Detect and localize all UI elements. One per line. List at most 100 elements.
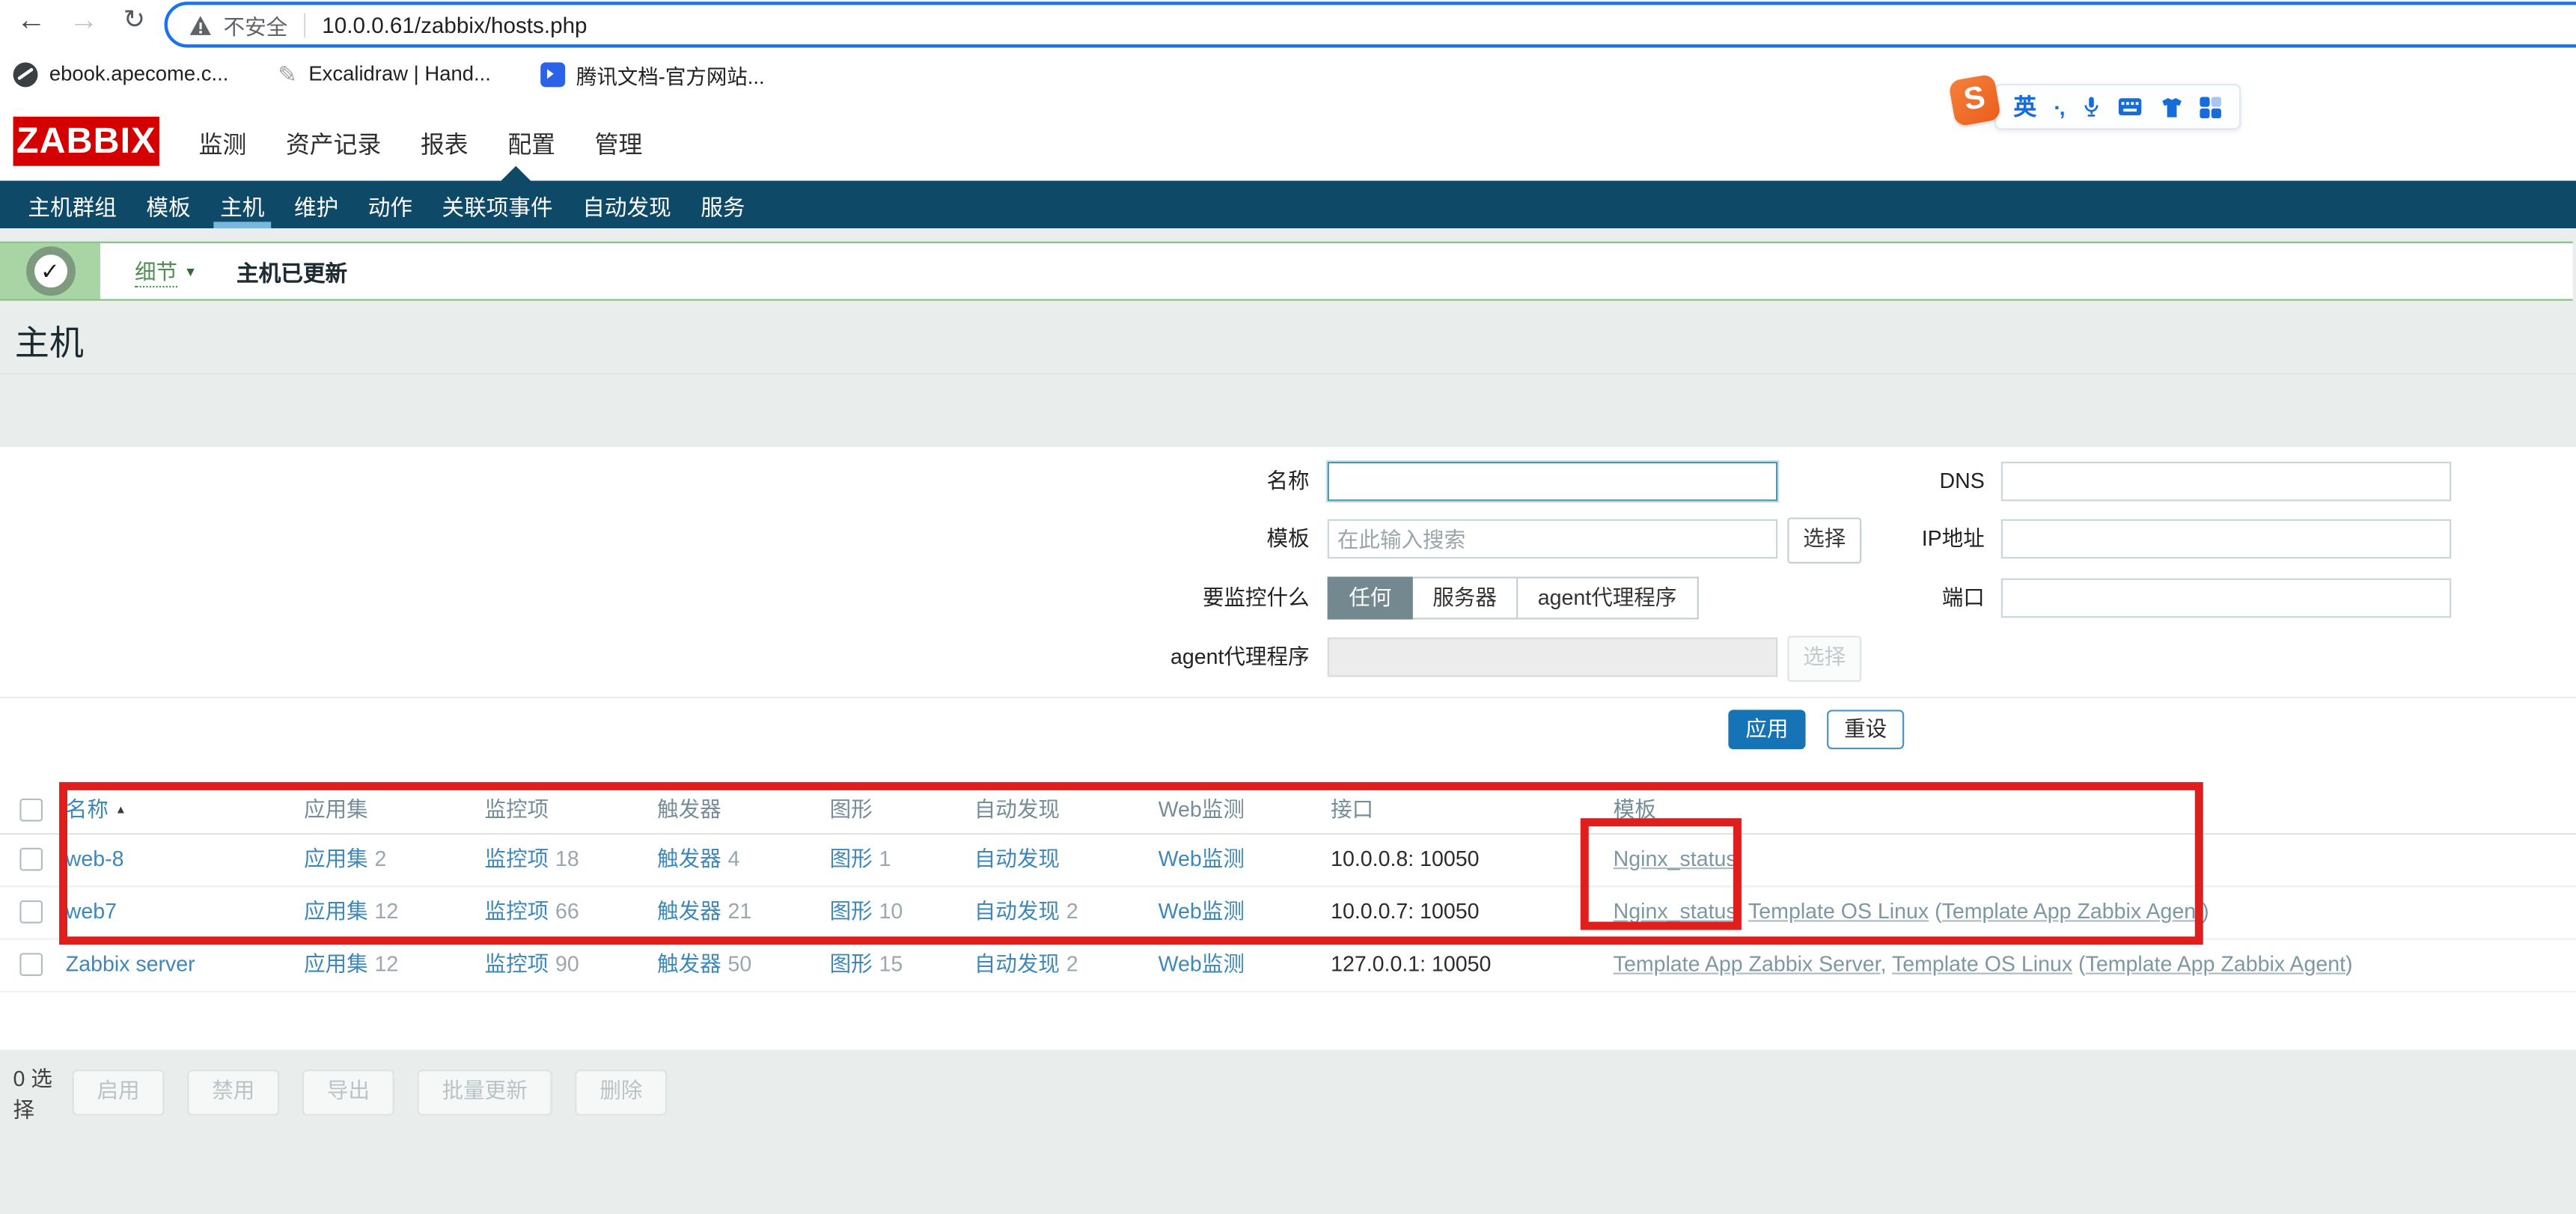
count-badge: 12 bbox=[375, 899, 399, 924]
export-button[interactable]: 导出 bbox=[302, 1070, 394, 1115]
subnav-actions[interactable]: 动作 bbox=[353, 180, 427, 228]
dns-filter-input[interactable] bbox=[2001, 462, 2451, 501]
content-card: 名称 DNS 模板 选择 IP地址 要监控什么 任何 服务器 agent代理程序… bbox=[0, 447, 2576, 1050]
host-link[interactable]: Zabbix server bbox=[66, 951, 195, 976]
menu-item-configuration[interactable]: 配置 bbox=[507, 126, 555, 161]
bookmark-item[interactable]: 腾讯文档-官方网站... bbox=[540, 58, 765, 90]
count-badge: 12 bbox=[375, 951, 399, 976]
template-link[interactable]: Template App Zabbix Agent bbox=[1942, 899, 2202, 924]
items-link[interactable]: 监控项 bbox=[485, 847, 549, 871]
web-link[interactable]: Web监测 bbox=[1159, 899, 1245, 924]
template-link[interactable]: Template App Zabbix Agent bbox=[2086, 951, 2345, 976]
count-badge: 1 bbox=[879, 847, 891, 871]
url-text[interactable]: 10.0.0.61/zabbix/hosts.php bbox=[322, 12, 587, 37]
mass-update-button[interactable]: 批量更新 bbox=[418, 1070, 552, 1115]
microphone-icon[interactable] bbox=[2081, 95, 2101, 118]
subnav-maintenance[interactable]: 维护 bbox=[279, 180, 353, 228]
delete-button[interactable]: 删除 bbox=[575, 1070, 667, 1115]
details-toggle[interactable]: 细节 bbox=[135, 254, 177, 287]
monitored-by-server[interactable]: 服务器 bbox=[1413, 577, 1519, 620]
items-link[interactable]: 监控项 bbox=[485, 951, 549, 976]
ime-toolbar: 英 ·, bbox=[1994, 84, 2241, 129]
sort-by-name-link[interactable]: 名称 bbox=[66, 797, 109, 822]
menu-item-inventory[interactable]: 资产记录 bbox=[286, 126, 381, 161]
column-header-templates: 模板 bbox=[1614, 785, 1656, 833]
zabbix-logo[interactable]: ZABBIX bbox=[13, 117, 159, 166]
security-label[interactable]: 不安全 bbox=[224, 9, 288, 40]
bookmark-item[interactable]: ebook.apecome.c... bbox=[13, 61, 229, 86]
web-link[interactable]: Web监测 bbox=[1159, 847, 1245, 871]
applications-link[interactable]: 应用集 bbox=[304, 951, 368, 976]
port-filter-label: 端口 bbox=[1787, 579, 1984, 618]
port-filter-input[interactable] bbox=[2001, 579, 2451, 618]
bookmark-label: 腾讯文档-官方网站... bbox=[576, 58, 765, 90]
bookmarks-bar: ebook.apecome.c... ✎ Excalidraw | Hand..… bbox=[13, 54, 814, 94]
template-link[interactable]: Nginx_status bbox=[1614, 847, 1737, 871]
graphs-link[interactable]: 图形 bbox=[830, 951, 873, 976]
template-separator: , bbox=[1737, 899, 1748, 924]
keyboard-icon[interactable] bbox=[2118, 97, 2143, 117]
template-link[interactable]: Template App Zabbix Server bbox=[1614, 951, 1881, 976]
interface-value: 127.0.0.1: 10050 bbox=[1331, 938, 1491, 990]
reset-button[interactable]: 重设 bbox=[1827, 710, 1904, 749]
chevron-down-icon[interactable]: ▼ bbox=[184, 263, 197, 278]
template-link[interactable]: Template OS Linux bbox=[1892, 951, 2072, 976]
triggers-link[interactable]: 触发器 bbox=[657, 951, 721, 976]
column-header-web: Web监测 bbox=[1159, 785, 1245, 833]
menu-item-monitoring[interactable]: 监测 bbox=[199, 126, 247, 161]
template-filter-input[interactable] bbox=[1328, 519, 1777, 559]
triggers-link[interactable]: 触发器 bbox=[657, 899, 721, 924]
ime-language-toggle[interactable]: 英 bbox=[2013, 91, 2036, 123]
subnav-event-correlation[interactable]: 关联项事件 bbox=[427, 180, 568, 228]
subnav-services[interactable]: 服务 bbox=[686, 180, 760, 228]
row-checkbox[interactable] bbox=[19, 953, 43, 976]
graphs-link[interactable]: 图形 bbox=[830, 847, 873, 871]
table-row: Zabbix server应用集12监控项90触发器50图形15自动发现2Web… bbox=[0, 938, 2576, 992]
apply-button[interactable]: 应用 bbox=[1728, 710, 1805, 749]
items-link[interactable]: 监控项 bbox=[485, 899, 549, 924]
count-badge: 2 bbox=[1066, 951, 1078, 976]
subnav-host-groups[interactable]: 主机群组 bbox=[13, 180, 132, 228]
reload-icon[interactable]: ↻ bbox=[123, 3, 145, 36]
applications-link[interactable]: 应用集 bbox=[304, 899, 368, 924]
template-separator: ) bbox=[2345, 951, 2353, 976]
warning-triangle-icon bbox=[189, 14, 212, 36]
address-bar[interactable]: 不安全 10.0.0.61/zabbix/hosts.php bbox=[165, 1, 2576, 47]
count-badge: 4 bbox=[728, 847, 740, 871]
discovery-link[interactable]: 自动发现 bbox=[974, 899, 1060, 924]
back-arrow-icon[interactable]: ← bbox=[16, 3, 46, 37]
menu-item-administration[interactable]: 管理 bbox=[595, 126, 643, 161]
select-all-checkbox[interactable] bbox=[19, 799, 43, 822]
row-checkbox[interactable] bbox=[19, 900, 43, 924]
applications-link[interactable]: 应用集 bbox=[304, 847, 368, 871]
forward-arrow-icon[interactable]: → bbox=[69, 3, 99, 37]
host-link[interactable]: web-8 bbox=[66, 847, 124, 871]
subnav-templates[interactable]: 模板 bbox=[132, 180, 206, 228]
triggers-link[interactable]: 触发器 bbox=[657, 847, 721, 871]
row-checkbox[interactable] bbox=[19, 848, 43, 871]
sogou-logo-icon[interactable]: S bbox=[1948, 73, 2001, 126]
column-header-triggers: 触发器 bbox=[657, 785, 721, 833]
web-link[interactable]: Web监测 bbox=[1159, 951, 1245, 976]
discovery-link[interactable]: 自动发现 bbox=[974, 847, 1060, 871]
subnav-hosts[interactable]: 主机 bbox=[205, 180, 279, 228]
bookmark-item[interactable]: ✎ Excalidraw | Hand... bbox=[278, 61, 491, 86]
ip-filter-input[interactable] bbox=[2001, 519, 2451, 559]
discovery-link[interactable]: 自动发现 bbox=[974, 951, 1060, 976]
menu-item-reports[interactable]: 报表 bbox=[421, 126, 468, 161]
name-filter-input[interactable] bbox=[1328, 462, 1777, 501]
count-badge: 90 bbox=[555, 951, 579, 976]
enable-button[interactable]: 启用 bbox=[73, 1070, 165, 1115]
subnav-discovery[interactable]: 自动发现 bbox=[567, 180, 686, 228]
monitored-by-any[interactable]: 任何 bbox=[1328, 577, 1413, 620]
skin-shirt-icon[interactable] bbox=[2160, 96, 2183, 118]
template-link[interactable]: Template OS Linux bbox=[1748, 899, 1929, 924]
host-link[interactable]: web7 bbox=[66, 899, 117, 924]
disable-button[interactable]: 禁用 bbox=[187, 1070, 279, 1115]
graphs-link[interactable]: 图形 bbox=[830, 899, 873, 924]
template-separator: ) bbox=[2202, 899, 2209, 924]
monitored-by-proxy[interactable]: agent代理程序 bbox=[1518, 577, 1697, 620]
template-link[interactable]: Nginx_status bbox=[1614, 899, 1737, 924]
toolbox-grid-icon[interactable] bbox=[2200, 96, 2222, 118]
punctuation-icon[interactable]: ·, bbox=[2054, 94, 2063, 119]
